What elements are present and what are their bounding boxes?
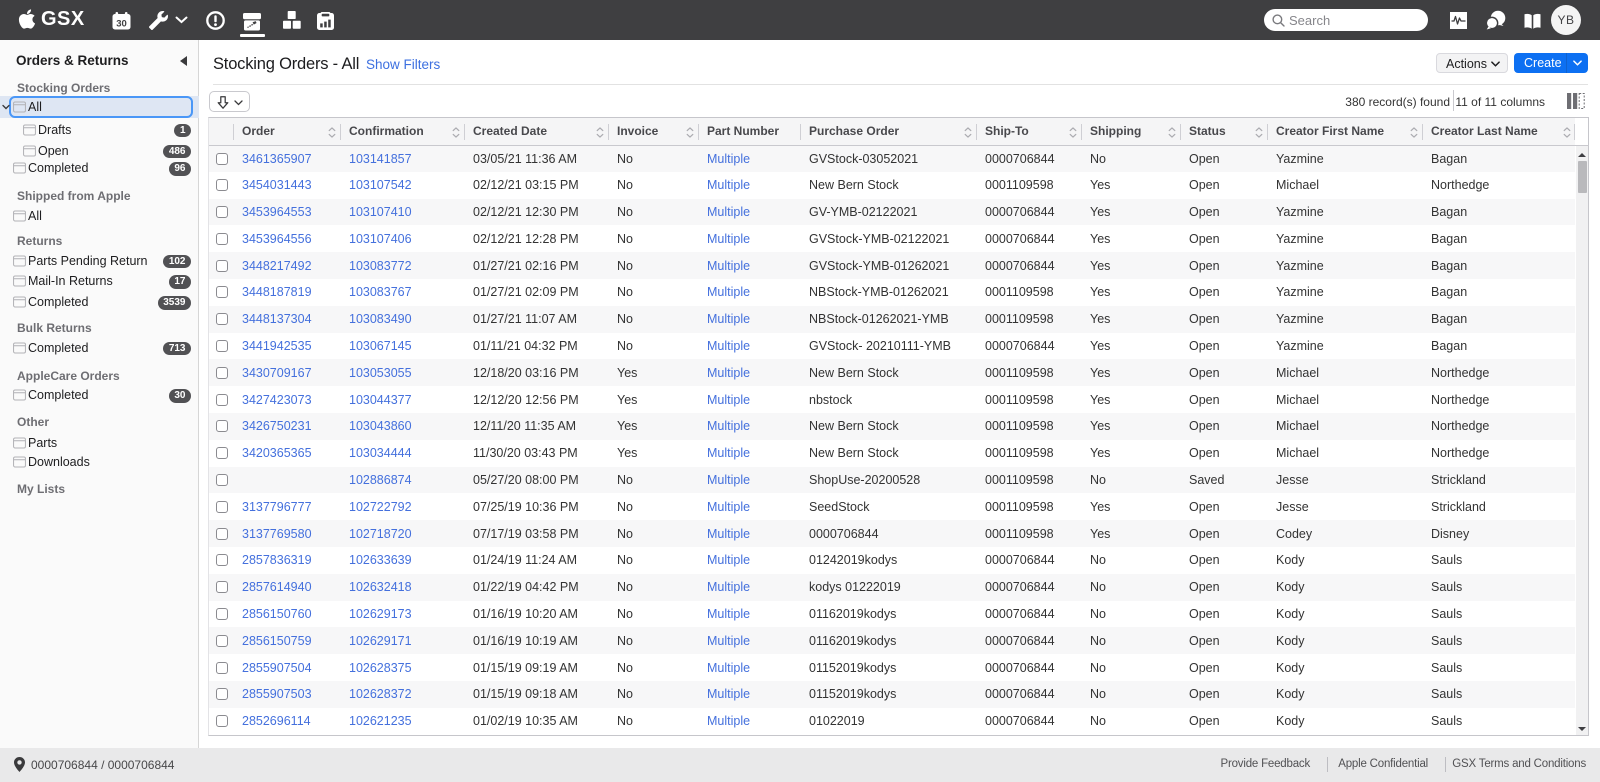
svg-text:30: 30 <box>116 19 127 30</box>
